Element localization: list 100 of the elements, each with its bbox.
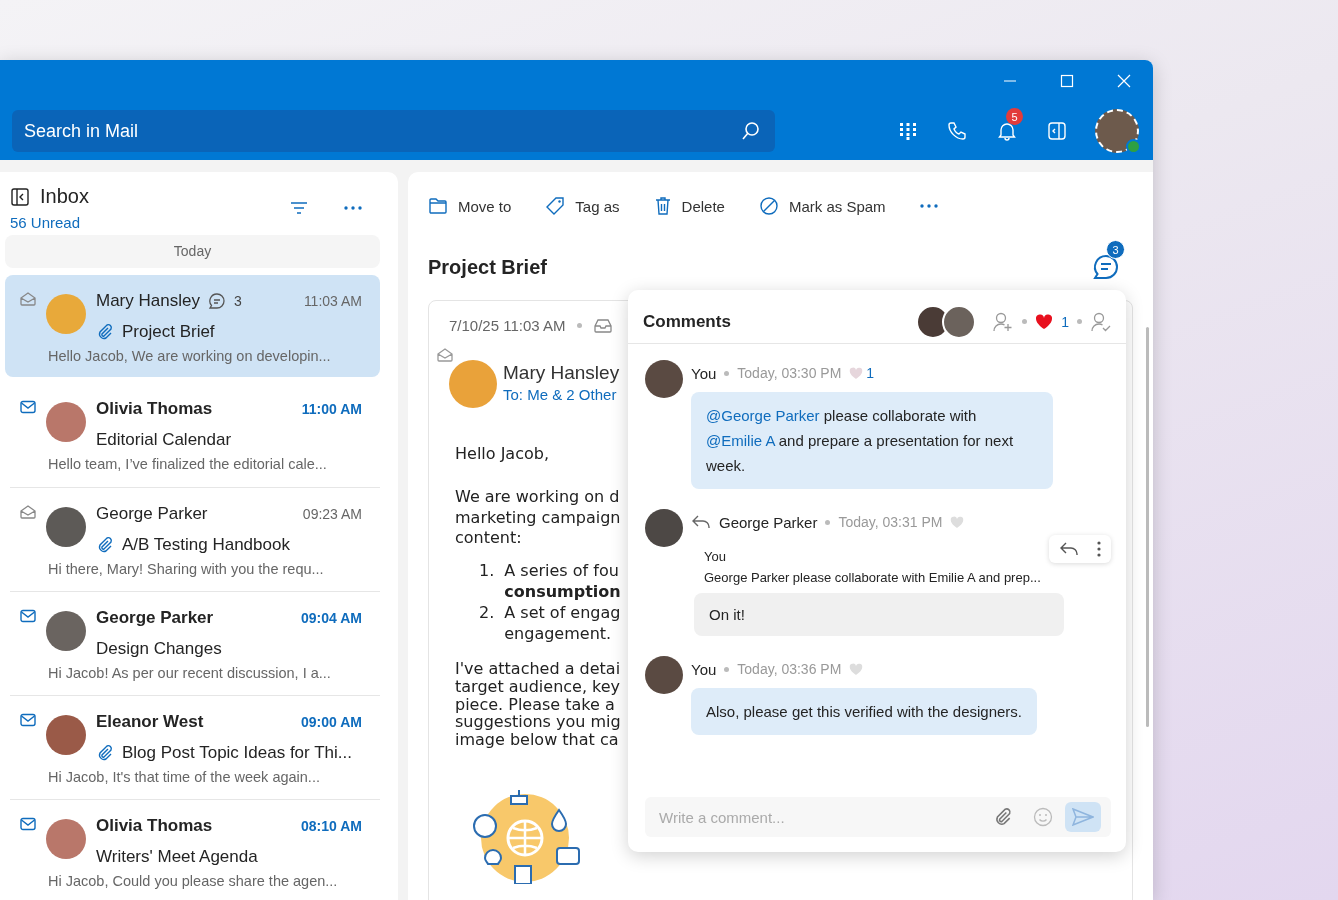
add-person-icon[interactable] bbox=[992, 310, 1015, 333]
commenter-avatar bbox=[645, 360, 683, 398]
close-icon[interactable] bbox=[1117, 74, 1131, 88]
comment-count-badge: 3 bbox=[1106, 240, 1125, 259]
trash-icon bbox=[653, 196, 672, 216]
mail-subject: Design Changes bbox=[96, 639, 222, 659]
comments-icon[interactable] bbox=[1091, 252, 1121, 282]
send-icon bbox=[1072, 808, 1094, 826]
mail-subject: Writers' Meet Agenda bbox=[96, 847, 258, 867]
unread-count[interactable]: 56 Unread bbox=[10, 214, 254, 231]
avatar bbox=[46, 402, 86, 442]
sender-name: Mary Hansley bbox=[96, 291, 200, 311]
body-paragraph: I've attached a detai target audience, key piece. Please take a suggestions you mig image below that ca bbox=[455, 660, 621, 749]
commenter-avatar bbox=[645, 509, 683, 547]
move-to-button[interactable]: Move to bbox=[428, 197, 522, 215]
mail-subject: Blog Post Topic Ideas for Thi... bbox=[122, 743, 352, 763]
comment-count: 3 bbox=[233, 293, 242, 309]
tag-as-button[interactable]: Tag as bbox=[545, 196, 630, 216]
heart-icon[interactable] bbox=[1035, 313, 1054, 330]
message-subject: Project Brief bbox=[428, 255, 547, 279]
list-number: 2. bbox=[479, 602, 495, 624]
mention-link[interactable]: @George Parker bbox=[706, 407, 820, 424]
more-options-icon[interactable] bbox=[344, 206, 362, 210]
mail-time: 09:23 AM bbox=[302, 506, 362, 522]
mail-subject: A/B Testing Handbook bbox=[122, 535, 290, 555]
mail-time: 11:03 AM bbox=[303, 293, 362, 309]
comment-field[interactable]: Write a comment... bbox=[659, 797, 973, 837]
filter-icon[interactable] bbox=[290, 201, 308, 215]
comment-author: You bbox=[691, 660, 717, 678]
mention-link[interactable]: @Emilie A bbox=[706, 432, 775, 449]
sender-name: Mary Hansley bbox=[503, 362, 620, 384]
mail-preview: Hi Jacob! As per our recent discussion, I a... bbox=[48, 665, 332, 681]
message-date: 7/10/25 11:03 AM bbox=[449, 317, 566, 334]
avatar bbox=[46, 507, 86, 547]
comment-icon bbox=[207, 292, 226, 310]
comment-author: George Parker bbox=[719, 513, 818, 531]
mail-item[interactable]: Mary Hansley 3 11:03 AM Project Brief Hello Jacob, We are working on developin... bbox=[5, 275, 380, 377]
list-number: 1. bbox=[479, 561, 495, 583]
person-check-icon[interactable] bbox=[1090, 310, 1112, 333]
quoted-text: George Parker please collaborate with Emilie A and prep... bbox=[704, 570, 1042, 585]
profile-avatar[interactable] bbox=[1095, 109, 1139, 153]
mail-item[interactable]: Olivia Thomas 11:00 AM Editorial Calendar Hello team, I’ve finalized the editorial cale... bbox=[5, 383, 380, 487]
body-paragraph: We are working on d marketing campaign content: bbox=[455, 486, 621, 550]
sender-name: Olivia Thomas bbox=[96, 399, 213, 419]
mail-preview: Hello team, I’ve finalized the editorial cale... bbox=[48, 456, 328, 472]
avatar bbox=[46, 819, 86, 859]
reply-arrow-icon bbox=[691, 514, 711, 530]
date-group-header: Today bbox=[5, 235, 380, 268]
notification-badge: 5 bbox=[1006, 108, 1023, 125]
reply-icon[interactable] bbox=[1059, 541, 1079, 557]
panel-toggle-icon[interactable] bbox=[1047, 121, 1067, 141]
open-envelope-icon bbox=[437, 348, 453, 362]
commenter-avatar bbox=[645, 656, 683, 694]
mail-time: 09:00 AM bbox=[301, 714, 362, 730]
avatar bbox=[46, 294, 86, 334]
comment-time: Today, 03:36 PM bbox=[737, 661, 842, 677]
sender-name: George Parker bbox=[96, 504, 208, 524]
inbox-tray-icon bbox=[594, 318, 613, 333]
like-count: 1 bbox=[866, 365, 875, 381]
avatar bbox=[46, 715, 86, 755]
comment-time: Today, 03:30 PM bbox=[737, 365, 842, 381]
maximize-icon[interactable] bbox=[1060, 74, 1074, 88]
sidebar-toggle-icon[interactable] bbox=[10, 186, 30, 207]
comment-text: Also, please get this verified with the designers. bbox=[706, 703, 1022, 720]
sender-name: Eleanor West bbox=[96, 712, 204, 732]
delete-button[interactable]: Delete bbox=[653, 196, 735, 216]
comment-text: @George Parker please collaborate with @Emilie A and prepare a presentation for next week. bbox=[706, 407, 1014, 474]
comment-time: Today, 03:31 PM bbox=[838, 514, 943, 530]
scrollbar-thumb[interactable] bbox=[1146, 327, 1149, 727]
quoted-author: You bbox=[704, 549, 727, 564]
mail-time: 11:00 AM bbox=[301, 401, 362, 417]
mail-time: 08:10 AM bbox=[301, 818, 362, 834]
sender-avatar bbox=[449, 360, 497, 408]
mail-item[interactable]: Eleanor West 09:00 AM Blog Post Topic Ideas for Thi... Hi Jacob, It's that time of the week again... bbox=[10, 695, 380, 799]
tag-icon bbox=[545, 196, 566, 216]
phone-icon[interactable] bbox=[947, 121, 967, 141]
list-item-text: A series of fou consumption bbox=[504, 561, 621, 603]
online-status-icon bbox=[1126, 139, 1141, 154]
comment-composer[interactable]: Write a comment... bbox=[645, 797, 1111, 837]
more-options-icon[interactable] bbox=[919, 204, 938, 208]
comment-author: You bbox=[691, 364, 717, 382]
reaction-count: 1 bbox=[1061, 313, 1069, 330]
bell-icon[interactable] bbox=[997, 121, 1017, 141]
greeting-text: Hello Jacob, bbox=[455, 444, 549, 465]
mark-as-spam-button[interactable]: Mark as Spam bbox=[758, 196, 896, 216]
comments-title: Comments bbox=[643, 311, 731, 332]
paperclip-icon[interactable] bbox=[993, 807, 1013, 827]
mail-item[interactable]: Olivia Thomas 08:10 AM Writers' Meet Agenda Hi Jacob, Could you please share the agen... bbox=[10, 799, 380, 900]
mail-item[interactable]: George Parker 09:23 AM A/B Testing Handbook Hi there, Mary! Sharing with you the requ... bbox=[10, 487, 380, 591]
sender-name: George Parker bbox=[96, 608, 214, 628]
mail-preview: Hi Jacob, It's that time of the week again... bbox=[48, 769, 321, 785]
search-icon[interactable] bbox=[741, 121, 761, 141]
list-item-text: A set of engag engagement. bbox=[504, 602, 621, 645]
more-options-icon[interactable] bbox=[1097, 541, 1101, 557]
sender-name: Olivia Thomas bbox=[96, 816, 213, 836]
recipients-link[interactable]: To: Me & 2 Other bbox=[503, 386, 620, 403]
mail-subject: Editorial Calendar bbox=[96, 430, 232, 450]
mail-item[interactable]: George Parker 09:04 AM Design Changes Hi Jacob! As per our recent discussion, I a... bbox=[10, 591, 380, 695]
mail-preview: Hi there, Mary! Sharing with you the requ... bbox=[48, 561, 325, 577]
dialpad-icon[interactable] bbox=[899, 122, 917, 140]
